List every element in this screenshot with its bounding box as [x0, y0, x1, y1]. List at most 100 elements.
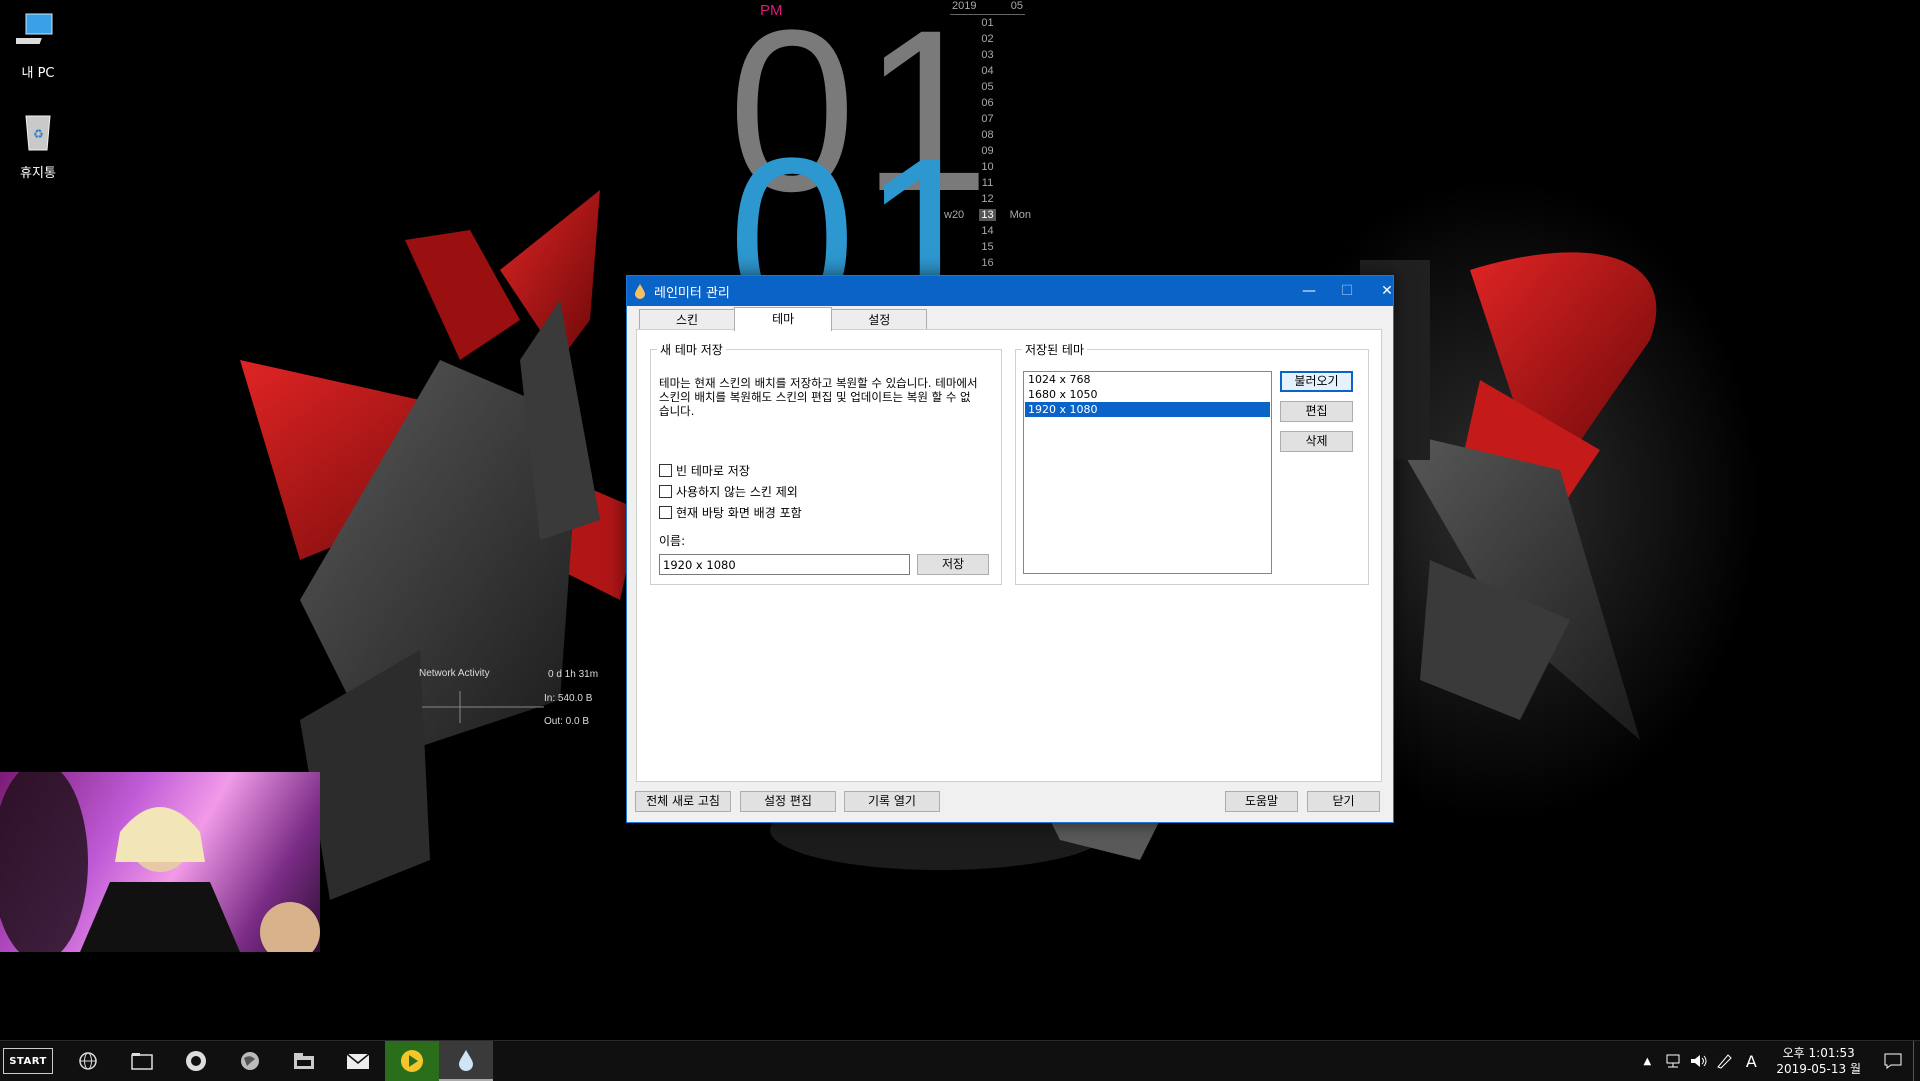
calendar-day: 10 [950, 159, 1025, 175]
computer-icon [11, 13, 53, 44]
taskbar-app-folder[interactable] [115, 1041, 169, 1081]
tab-themes[interactable]: 테마 [734, 307, 833, 331]
theme-list-item[interactable]: 1024 x 768 [1025, 372, 1270, 387]
calendar-days: 01 02 03 04 05 06 07 08 09 10 11 12 w20 13 Mon 14 15 16 [944, 15, 1031, 271]
taskbar-app-mail[interactable] [331, 1041, 385, 1081]
theme-list-item-selected[interactable]: 1920 x 1080 [1025, 402, 1270, 417]
tray-time: 오후 1:01:53 [1782, 1046, 1855, 1060]
tray-clock[interactable]: 오후 1:01:53 2019-05-13 월 [1764, 1045, 1873, 1077]
network-title: Network Activity [419, 668, 490, 679]
tab-skins[interactable]: 스킨 [639, 309, 736, 330]
open-log-button[interactable]: 기록 열기 [844, 791, 940, 812]
tab-settings[interactable]: 설정 [831, 309, 928, 330]
calendar-day-number: 05 [981, 81, 994, 93]
taskbar-app-rainmeter[interactable] [439, 1041, 493, 1081]
folder-icon [131, 1053, 153, 1070]
speaker-icon [1691, 1055, 1707, 1067]
rainmeter-manage-dialog: 레인미터 관리 — ☐ ✕ 스킨 테마 설정 새 테마 저장 테마는 현재 스킨… [626, 275, 1394, 823]
calendar-month: 05 [1010, 0, 1023, 12]
saved-themes-group: 저장된 테마 1024 x 768 1680 x 1050 1920 x 108… [1015, 341, 1369, 585]
taskbar-app-explorer[interactable] [277, 1041, 331, 1081]
show-desktop-button[interactable] [1913, 1041, 1920, 1081]
tray-network[interactable] [1660, 1041, 1686, 1081]
desktop-icon-label: 휴지통 [20, 166, 56, 181]
calendar-day: 08 [950, 127, 1025, 143]
network-uptime: 0 d 1h 31m [548, 669, 599, 680]
calendar-skin: 2019 05 01 02 03 04 05 06 07 08 09 10 11 12 w20 13 Mon… [944, 0, 1031, 271]
title-bar[interactable]: 레인미터 관리 — ☐ ✕ [627, 276, 1393, 306]
network-activity-skin: Network Activity 0 d 1h 31m In: 540.0 B … [410, 665, 610, 745]
calendar-day-number: 13 [979, 209, 996, 221]
desktop-icon-this-pc[interactable]: 내 PC [0, 10, 76, 81]
calendar-day-number: 06 [981, 97, 994, 109]
network-out: Out: 0.0 B [544, 716, 590, 727]
tray-volume[interactable] [1686, 1041, 1712, 1081]
load-theme-button[interactable]: 불러오기 [1280, 371, 1353, 392]
calendar-day: 09 [950, 143, 1025, 159]
calendar-day: 03 [950, 47, 1025, 63]
theme-name-input[interactable]: 1920 x 1080 [659, 554, 910, 575]
checkbox-exclude-unused[interactable]: 사용하지 않는 스킨 제외 [659, 483, 798, 500]
calendar-day: 01 [950, 15, 1025, 31]
saved-themes-legend: 저장된 테마 [1025, 343, 1085, 357]
rainmeter-icon [635, 284, 645, 299]
calendar-day-number: 09 [981, 145, 994, 157]
checkbox-box[interactable] [659, 485, 672, 498]
theme-description: 테마는 현재 스킨의 배치를 저장하고 복원할 수 있습니다. 테마에서 스킨의… [659, 376, 978, 418]
edit-settings-button[interactable]: 설정 편집 [740, 791, 836, 812]
desktop-icon-label: 내 PC [21, 66, 55, 81]
calendar-day-number: 12 [981, 193, 994, 205]
calendar-day-of-week: Mon [1009, 209, 1031, 221]
calendar-day: 05 [950, 79, 1025, 95]
checkbox-empty-theme[interactable]: 빈 테마로 저장 [659, 462, 750, 479]
minimize-button[interactable]: — [1289, 276, 1329, 306]
edit-theme-button[interactable]: 편집 [1280, 401, 1353, 422]
theme-list-item[interactable]: 1680 x 1050 [1025, 387, 1270, 402]
checkbox-label: 빈 테마로 저장 [676, 464, 750, 478]
desktop-icon-recycle-bin[interactable]: ♻ 휴지통 [0, 110, 76, 181]
calendar-day-number: 01 [981, 17, 994, 29]
help-button[interactable]: 도움말 [1225, 791, 1298, 812]
notification-icon [1884, 1053, 1902, 1069]
video-preview[interactable] [0, 772, 320, 952]
checkbox-box[interactable] [659, 464, 672, 477]
network-in: In: 540.0 B [544, 693, 593, 704]
close-button[interactable]: 닫기 [1307, 791, 1380, 812]
video-frame [0, 772, 320, 952]
tray-pen[interactable] [1712, 1041, 1738, 1081]
taskbar-app-browser[interactable] [223, 1041, 277, 1081]
calendar-week-label: w20 [944, 209, 965, 221]
checkbox-label: 현재 바탕 화면 배경 포함 [676, 506, 802, 520]
calendar-header: 2019 05 [950, 0, 1025, 15]
checkbox-include-wallpaper[interactable]: 현재 바탕 화면 배경 포함 [659, 504, 802, 521]
rainmeter-icon [459, 1050, 473, 1071]
action-center-button[interactable] [1873, 1041, 1913, 1081]
calendar-day: 06 [950, 95, 1025, 111]
new-theme-legend: 새 테마 저장 [660, 343, 723, 357]
checkbox-label: 사용하지 않는 스킨 제외 [676, 485, 798, 499]
taskbar-app-player[interactable] [385, 1041, 439, 1081]
calendar-day: 16 [950, 255, 1025, 271]
save-theme-button[interactable]: 저장 [917, 554, 989, 575]
maximize-button[interactable]: ☐ [1327, 276, 1367, 306]
calendar-day-number: 08 [981, 129, 994, 141]
calendar-day-number: 04 [981, 65, 994, 77]
tray-overflow-button[interactable]: ▲ [1634, 1041, 1660, 1081]
tray-ime[interactable]: A [1738, 1041, 1764, 1081]
taskbar-app-globe[interactable] [61, 1041, 115, 1081]
saved-themes-list[interactable]: 1024 x 768 1680 x 1050 1920 x 1080 [1023, 371, 1272, 574]
calendar-day: 07 [950, 111, 1025, 127]
new-theme-group: 새 테마 저장 테마는 현재 스킨의 배치를 저장하고 복원할 수 있습니다. … [650, 341, 1002, 585]
start-button[interactable]: START [3, 1048, 53, 1074]
calendar-day: 11 [950, 175, 1025, 191]
delete-theme-button[interactable]: 삭제 [1280, 431, 1353, 452]
tab-strip: 스킨 테마 설정 [639, 307, 928, 331]
checkbox-box[interactable] [659, 506, 672, 519]
chevron-up-icon: ▲ [1643, 1055, 1652, 1067]
calendar-day: w20 13 Mon [944, 207, 1031, 223]
close-window-button[interactable]: ✕ [1367, 276, 1407, 306]
taskbar-app-media[interactable] [169, 1041, 223, 1081]
refresh-all-button[interactable]: 전체 새로 고침 [635, 791, 731, 812]
taskbar: START ▲ A 오후 1:01:53 2019-05-13 월 [0, 1040, 1920, 1081]
calendar-day: 14 [950, 223, 1025, 239]
